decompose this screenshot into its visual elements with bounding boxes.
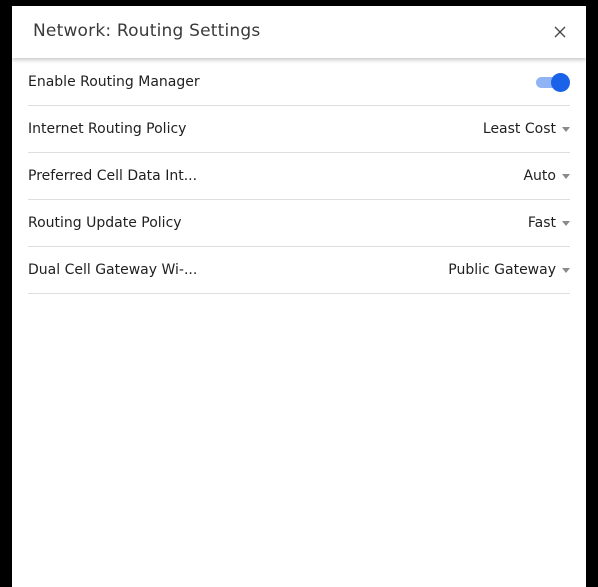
preferred-cell-data-interface-label: Preferred Cell Data Int... <box>28 168 198 184</box>
toggle-thumb <box>551 73 570 92</box>
dual-cell-gateway-label: Dual Cell Gateway Wi-... <box>28 262 198 278</box>
dialog-title: Network: Routing Settings <box>33 21 261 41</box>
dropdown-caret-icon <box>562 174 570 179</box>
dual-cell-gateway-select[interactable]: Public Gateway <box>448 262 570 278</box>
dialog-header: Network: Routing Settings <box>12 6 586 58</box>
setting-row-preferred-cell-data-interface: Preferred Cell Data Int... Auto <box>28 153 570 200</box>
enable-routing-manager-toggle[interactable] <box>536 72 570 92</box>
setting-row-internet-routing-policy: Internet Routing Policy Least Cost <box>28 106 570 153</box>
dropdown-caret-icon <box>562 221 570 226</box>
preferred-cell-data-interface-value: Auto <box>523 168 556 184</box>
setting-row-enable-routing-manager: Enable Routing Manager <box>28 59 570 106</box>
close-icon <box>554 26 566 38</box>
preferred-cell-data-interface-select[interactable]: Auto <box>523 168 570 184</box>
routing-settings-dialog: Network: Routing Settings Enable Routing… <box>0 0 598 587</box>
internet-routing-policy-value: Least Cost <box>482 121 556 137</box>
setting-row-routing-update-policy: Routing Update Policy Fast <box>28 200 570 247</box>
internet-routing-policy-label: Internet Routing Policy <box>28 121 187 137</box>
dual-cell-gateway-value: Public Gateway <box>448 262 556 278</box>
internet-routing-policy-select[interactable]: Least Cost <box>483 121 570 137</box>
routing-update-policy-select[interactable]: Fast <box>528 215 570 231</box>
setting-row-dual-cell-gateway: Dual Cell Gateway Wi-... Public Gateway <box>28 247 570 294</box>
dropdown-caret-icon <box>562 127 570 132</box>
close-button[interactable] <box>548 20 572 44</box>
dropdown-caret-icon <box>562 268 570 273</box>
settings-list: Enable Routing Manager Internet Routing … <box>12 58 586 294</box>
routing-update-policy-value: Fast <box>527 215 556 231</box>
enable-routing-manager-label: Enable Routing Manager <box>28 74 200 90</box>
routing-update-policy-label: Routing Update Policy <box>28 215 182 231</box>
